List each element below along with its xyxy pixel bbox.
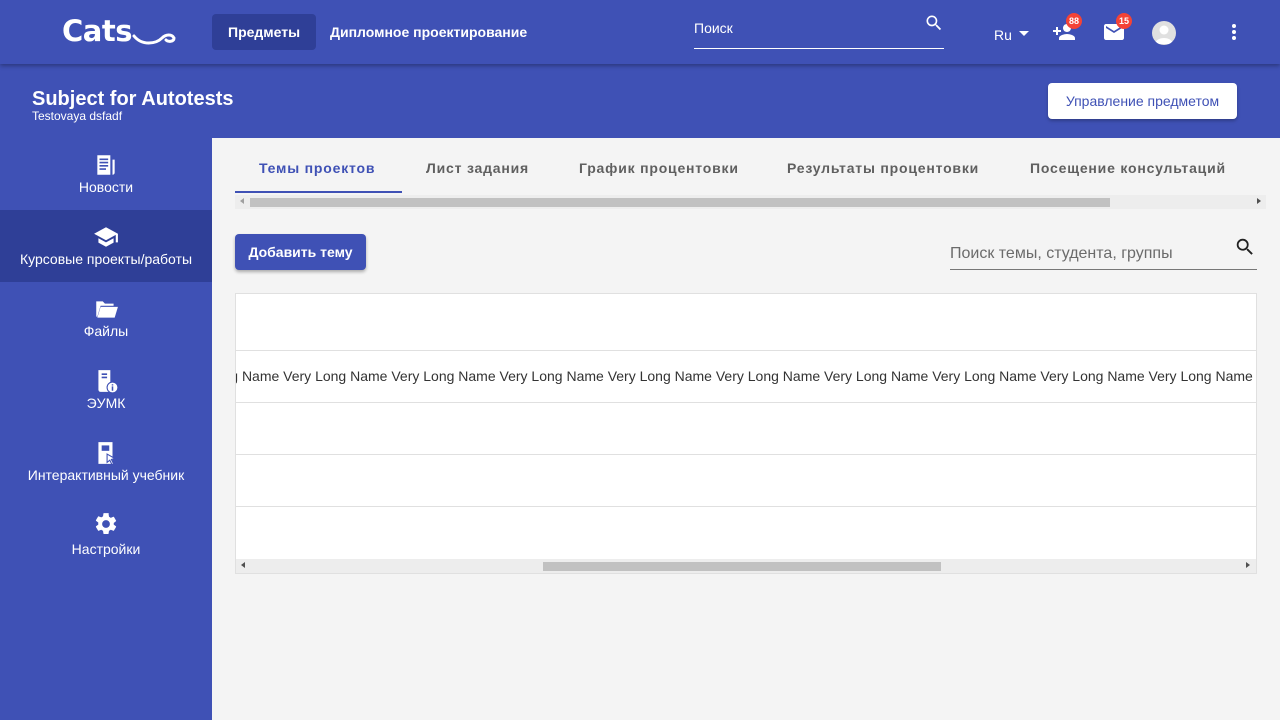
search-icon[interactable] [1234,236,1256,258]
table-header-row [236,294,1256,351]
search-icon[interactable] [924,13,944,33]
top-app-bar: Cats Предметы Дипломное проектирование R… [0,0,1280,64]
sidebar-item-label: ЭУМК [86,395,126,411]
scroll-left-icon[interactable] [241,562,245,568]
sidebar-item-files[interactable]: Файлы [0,282,212,354]
tab-project-topics[interactable]: Темы проектов [259,160,375,176]
topics-table: Very Long Name Very Long Name Very Long … [235,293,1257,574]
table-scrollbar[interactable] [236,559,1256,573]
gear-icon [95,513,117,534]
scroll-left-icon[interactable] [240,198,244,204]
interactive-book-icon [98,442,116,466]
folder-icon [96,301,118,318]
tab-percentage-schedule[interactable]: График процентовки [579,160,739,176]
table-row[interactable] [236,403,1256,455]
sidebar-item-eumk[interactable]: ЭУМК [0,354,212,426]
sidebar-item-course-projects[interactable]: Курсовые проекты/работы [0,210,212,282]
sidebar-item-news[interactable]: Новости [0,138,212,210]
join-requests-button[interactable]: 88 [1052,13,1082,44]
cats-logo[interactable]: Cats [62,14,178,50]
tab-consultation-attendance[interactable]: Посещение консультаций [1030,160,1226,176]
avatar[interactable] [1152,21,1176,45]
school-icon [94,227,118,247]
newspaper-icon [97,155,115,175]
requests-badge: 88 [1066,13,1082,29]
user-icon [1155,25,1173,44]
sidebar-item-label: Новости [78,179,134,195]
scroll-right-icon[interactable] [1246,562,1250,568]
nav-diploma[interactable]: Дипломное проектирование [314,14,543,50]
sidebar-item-label: Настройки [71,541,141,557]
nav-subjects[interactable]: Предметы [212,14,317,50]
sidebar-item-settings[interactable]: Настройки [0,501,212,573]
table-cell: Very Long Name Very Long Name Very Long … [236,368,1256,384]
sidebar-item-label: Интерактивный учебник [27,467,185,483]
page-title: Subject for Autotests [32,88,234,110]
scrollbar-thumb[interactable] [250,198,1110,207]
messages-button[interactable]: 15 [1102,13,1132,44]
table-row[interactable] [236,507,1256,559]
topic-search-input[interactable] [950,244,1230,264]
scroll-right-icon[interactable] [1257,198,1261,204]
table-row[interactable]: Very Long Name Very Long Name Very Long … [236,351,1256,403]
sidebar: Новости Курсовые проекты/работы Файлы ЭУ… [0,138,212,720]
sidebar-item-label: Файлы [83,323,129,339]
scrollbar-thumb[interactable] [543,562,941,571]
sidebar-item-label: Курсовые проекты/работы [19,251,193,267]
manage-subject-button[interactable]: Управление предметом [1048,83,1237,119]
messages-badge: 15 [1116,13,1132,29]
subject-header: Subject for Autotests Testovaya dsfadf У… [0,64,1280,138]
tab-percentage-results[interactable]: Результаты процентовки [787,160,979,176]
tab-task-sheet[interactable]: Лист задания [426,160,529,176]
logo-text: Cats [62,14,132,48]
book-info-icon [98,370,119,394]
global-search [694,12,944,49]
more-vert-icon[interactable] [1222,20,1246,44]
subject-subtitle: Testovaya dsfadf [32,109,123,123]
topic-search [950,234,1257,270]
table-row[interactable] [236,455,1256,507]
language-select[interactable]: Ru [994,26,1012,44]
tabs-scrollbar[interactable] [235,195,1266,209]
global-search-input[interactable] [694,18,914,38]
sidebar-item-interactive-book[interactable]: Интерактивный учебник [0,426,212,498]
chevron-down-icon[interactable] [1019,31,1029,36]
add-topic-button[interactable]: Добавить тему [235,234,366,270]
logo-swoosh-icon [132,33,176,45]
active-tab-indicator [235,191,402,193]
